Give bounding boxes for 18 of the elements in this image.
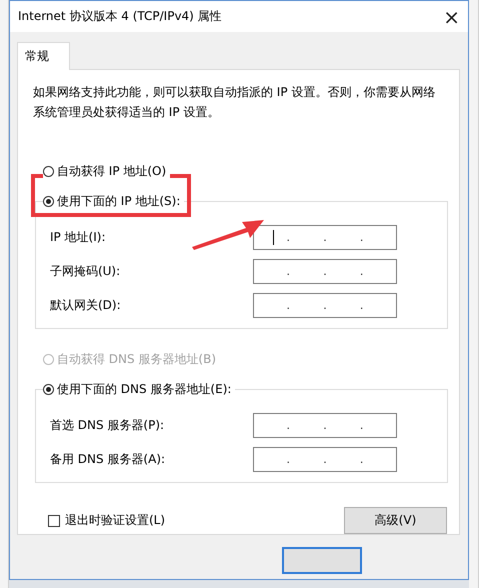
ip-input-field[interactable]: . . . — [252, 447, 397, 472]
field-label: IP 地址(I): — [50, 229, 106, 246]
field-label: 备用 DNS 服务器(A): — [50, 451, 166, 468]
validate-checkbox[interactable]: 退出时验证设置(L) — [48, 512, 166, 529]
ip-input-field[interactable]: . . . — [252, 225, 397, 250]
field-label: 首选 DNS 服务器(P): — [50, 417, 164, 434]
field-label: 子网掩码(U): — [50, 263, 120, 280]
advanced-button[interactable]: 高级(V) — [344, 507, 447, 534]
window-title: Internet 协议版本 4 (TCP/IPv4) 属性 — [18, 8, 222, 25]
ip-input-field[interactable]: . . . — [252, 413, 397, 438]
field-label: 默认网关(D): — [50, 297, 121, 314]
ip-input-field[interactable]: . . . — [252, 259, 397, 284]
dialog-button[interactable] — [282, 547, 362, 574]
tab[interactable]: 常规 — [16, 42, 70, 70]
description-text: 如果网络支持此功能，则可以获取自动指派的 IP 设置。否则，你需要从网络系统管理员处获得适当的 IP 设置。 — [32, 84, 436, 121]
checkbox-icon — [48, 514, 60, 526]
close-button[interactable]: × — [443, 6, 460, 26]
ip-input-field[interactable]: . . . — [252, 293, 397, 318]
